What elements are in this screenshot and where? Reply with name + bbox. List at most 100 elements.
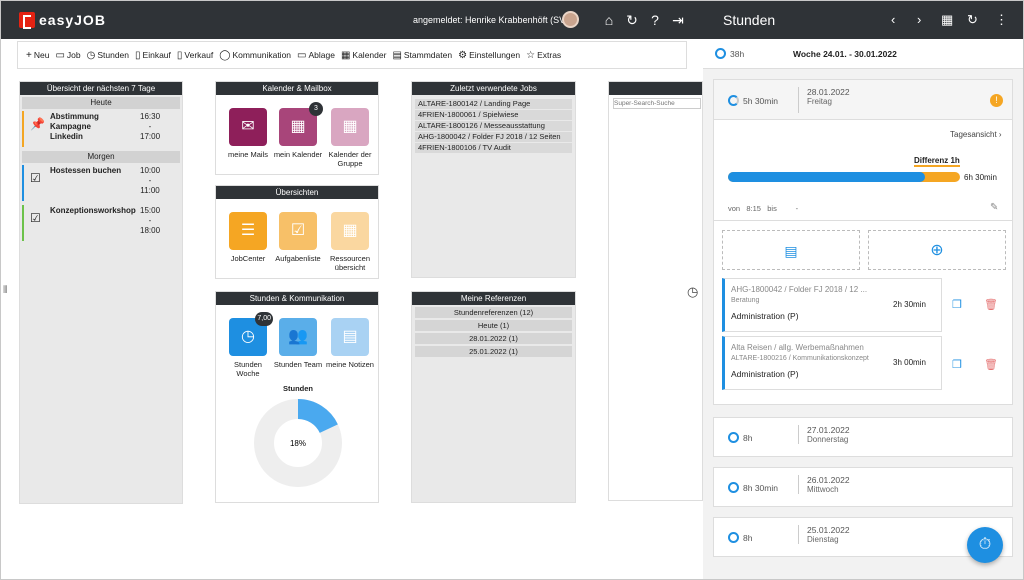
edit-icon[interactable]: ✎ — [990, 202, 998, 213]
reference-item[interactable]: Heute (1) — [415, 320, 572, 331]
toolbar-sales[interactable]: ▯ Verkauf — [177, 50, 213, 61]
overviews-title: Übersichten — [216, 186, 378, 199]
recent-job-item[interactable]: ALTARE-1800126 / Messeausstattung — [415, 121, 572, 131]
calendar-icon[interactable]: ▦ — [941, 12, 953, 28]
team-icon: 👥 — [279, 318, 317, 356]
calendar-mailbox-panel: Kalender & Mailbox ✉ meine Mails ▦ 3 mein K… — [215, 81, 379, 175]
toolbar-communication[interactable]: ◯ Kommunikation — [219, 50, 291, 61]
warning-icon: ! — [990, 94, 1003, 107]
sidebar-header: Stunden ‹ › ▦ ↻ ⋮ — [703, 1, 1023, 39]
calendar-check-icon: ☑ — [30, 211, 41, 225]
recent-job-item[interactable]: 4FRIEN-1800061 / Spielwiese — [415, 110, 572, 120]
more-icon[interactable]: ⋮ — [995, 12, 1008, 28]
note-icon: ▤ — [331, 318, 369, 356]
difference-label: Differenz 1h — [914, 156, 960, 167]
hours-team-tile[interactable]: 👥 Stunden Team — [272, 318, 324, 369]
calendar-check-icon: ☑ — [30, 171, 41, 185]
toolbar-job[interactable]: ▭ Job — [55, 50, 80, 61]
ring-icon — [715, 48, 726, 59]
my-notes-tile[interactable]: ▤ meine Notizen — [324, 318, 376, 369]
grid-icon: ▦ — [331, 212, 369, 250]
recent-job-item[interactable]: 4FRIEN-1800106 / TV Audit — [415, 143, 572, 153]
reference-item[interactable]: 25.01.2022 (1) — [415, 346, 572, 357]
event-item[interactable]: ☑ Konzeptionsworkshop 15:00-18:00 — [22, 203, 180, 243]
hours-donut-chart: 18% — [254, 399, 342, 487]
copy-icon[interactable]: ❐ — [952, 298, 962, 311]
overview-title: Übersicht der nächsten 7 Tage — [20, 82, 182, 95]
day-view-link[interactable]: Tagesansicht › — [950, 130, 1002, 139]
recent-job-item[interactable]: AHG-1800042 / Folder FJ 2018 / 12 Seiten — [415, 132, 572, 142]
home-icon[interactable]: ⌂ — [600, 11, 618, 29]
resources-tile[interactable]: ▦ Ressourcen übersicht — [324, 212, 376, 272]
group-today: Heute — [22, 97, 180, 109]
super-search-input[interactable] — [613, 98, 701, 109]
trash-icon[interactable]: 🗑 — [984, 358, 998, 371]
help-icon[interactable]: ? — [646, 11, 664, 29]
calendar-icon: ▦ — [340, 49, 351, 61]
clock-icon: ◷ 7,00 — [229, 312, 273, 356]
hours-week-tile[interactable]: ◷ 7,00 Stunden Woche — [222, 312, 274, 378]
top-bar: easyJOB angemeldet: Henrike Krabbenhöft … — [1, 1, 703, 39]
hours-chart-label: Stunden — [283, 384, 313, 393]
refresh-icon[interactable]: ↻ — [967, 12, 978, 28]
gear-icon: ⚙ — [458, 49, 468, 61]
add-job-entry-button[interactable]: ▤ — [722, 230, 860, 270]
chat-icon: ◯ — [219, 49, 231, 61]
toolbar-extras[interactable]: ☆ Extras — [526, 50, 561, 61]
list-icon: ☰ — [229, 212, 267, 250]
document-icon: ▯ — [135, 49, 141, 61]
logout-icon[interactable]: ⇥ — [669, 11, 687, 29]
toolbar-calendar[interactable]: ▦ Kalender — [341, 50, 386, 61]
tasklist-tile[interactable]: ☑ Aufgabenliste — [272, 212, 324, 263]
trash-icon[interactable]: 🗑 — [984, 298, 998, 311]
plus-circle-icon: ⊕ — [930, 242, 944, 259]
ring-icon — [728, 95, 739, 106]
avatar[interactable] — [562, 11, 579, 28]
clock-icon[interactable]: ◷ — [687, 284, 698, 300]
references-panel: Meine Referenzen Stundenreferenzen (12) … — [411, 291, 576, 503]
copy-icon[interactable]: ❐ — [952, 358, 962, 371]
clock-icon: ◷ — [86, 49, 96, 61]
group-tomorrow: Morgen — [22, 151, 180, 163]
toolbar-files[interactable]: ▭ Ablage — [297, 50, 335, 61]
document-icon: ▯ — [176, 49, 183, 61]
reference-item[interactable]: Stundenreferenzen (12) — [415, 307, 572, 318]
references-title: Meine Referenzen — [412, 292, 575, 305]
briefcase-icon: ▭ — [55, 49, 65, 61]
my-calendar-tile[interactable]: ▦ 3 mein Kalender — [272, 102, 324, 159]
toolbar-masterdata[interactable]: ▤ Stammdaten — [392, 50, 452, 61]
recent-jobs-title: Zuletzt verwendete Jobs — [412, 82, 575, 95]
drag-handle[interactable]: ⦀ — [3, 285, 7, 296]
group-calendar-tile[interactable]: ▦ Kalender der Gruppe — [324, 108, 376, 168]
recent-jobs-panel: Zuletzt verwendete Jobs ALTARE-1800142 /… — [411, 81, 576, 278]
reference-item[interactable]: 28.01.2022 (1) — [415, 333, 572, 344]
folder-icon: ▭ — [297, 49, 307, 61]
day-card-expanded: 5h 30min 28.01.2022 Freitag ! Tagesansic… — [713, 79, 1013, 405]
toolbar-settings[interactable]: ⚙ Einstellungen — [458, 50, 520, 61]
event-item[interactable]: ☑ Hostessen buchen 10:00-11:00 — [22, 163, 180, 203]
overviews-panel: Übersichten ☰ JobCenter ☑ Aufgabenliste ▦ R… — [215, 185, 379, 279]
event-item[interactable]: 📌 Abstimmung Kampagne Linkedin 16:30-17:… — [22, 109, 180, 149]
chevron-left-icon[interactable]: ‹ — [891, 12, 895, 27]
day-card[interactable]: 8h 30min 26.01.2022 Mittwoch — [713, 467, 1013, 507]
toolbar-hours[interactable]: ◷ Stunden — [87, 50, 129, 61]
hours-progress — [728, 172, 960, 182]
add-entry-button[interactable]: ⊕ — [868, 230, 1006, 270]
day-card[interactable]: 8h 27.01.2022 Donnerstag — [713, 417, 1013, 457]
jobcenter-tile[interactable]: ☰ JobCenter — [222, 212, 274, 263]
my-mails-tile[interactable]: ✉ meine Mails — [222, 108, 274, 159]
recent-job-item[interactable]: ALTARE-1800142 / Landing Page — [415, 99, 572, 109]
job-entry-card[interactable]: AHG-1800042 / Folder FJ 2018 / 12 ... Be… — [722, 278, 942, 332]
checklist-icon: ☑ — [279, 212, 317, 250]
refresh-icon[interactable]: ↻ — [623, 11, 641, 29]
chevron-right-icon[interactable]: › — [917, 12, 921, 27]
toolbar-purchase[interactable]: ▯ Einkauf — [135, 50, 171, 61]
toolbar-new[interactable]: + Neu — [26, 50, 49, 61]
logo: easyJOB — [19, 12, 106, 29]
calendar-icon: ▦ 3 — [279, 102, 323, 146]
add-note-icon: ▤ — [784, 243, 798, 259]
overview-panel: Übersicht der nächsten 7 Tage Heute 📌 Ab… — [19, 81, 183, 504]
job-entry-card[interactable]: Alta Reisen / allg. Werbemaßnahmen ALTAR… — [722, 336, 942, 390]
main-toolbar: + Neu ▭ Job ◷ Stunden ▯ Einkauf ▯ Verkauf ◯ Ko… — [17, 41, 687, 69]
stopwatch-button[interactable]: ⏱ — [967, 527, 1003, 563]
